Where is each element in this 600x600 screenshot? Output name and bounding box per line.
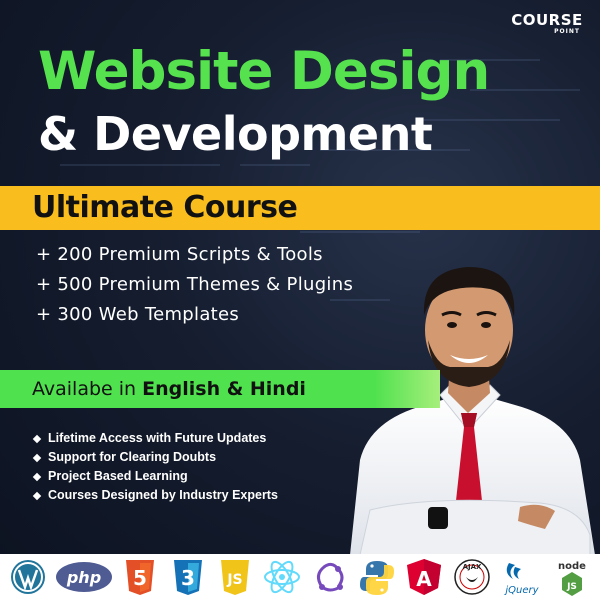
css3-icon: 3 [168,557,208,597]
diamond-bullet-icon [32,434,42,443]
availability-text: Availabe in English & Hindi [32,370,306,408]
benefit-item: Project Based Learning [32,467,278,486]
angular-icon: A [404,557,444,597]
ajax-icon: AJAX [452,557,492,597]
svg-text:3: 3 [181,566,195,590]
jquery-icon: jQuery [499,557,545,597]
brand-sub: POINT [554,28,580,35]
technology-logo-bar: php 5 3 JS A AJAX jQuery node JS [0,554,600,600]
feature-item: + 300 Web Templates [36,304,240,325]
svg-text:php: php [66,568,101,587]
svg-text:AJAX: AJAX [462,563,481,571]
course-poster: COURSE POINT Website Design & Developmen… [0,0,600,600]
svg-text:node: node [558,561,586,572]
svg-text:A: A [417,567,433,591]
diamond-bullet-icon [32,491,42,500]
nodejs-icon: node JS [552,557,592,597]
feature-item: + 500 Premium Themes & Plugins [36,274,354,295]
redux-icon [310,557,350,597]
brand-name: COURSE [511,11,583,29]
svg-text:5: 5 [133,566,147,590]
diamond-bullet-icon [32,472,42,481]
availability-languages: English & Hindi [142,378,306,400]
svg-text:JS: JS [566,582,577,592]
benefit-item: Lifetime Access with Future Updates [32,429,278,448]
wordpress-icon [8,557,48,597]
feature-item: + 200 Premium Scripts & Tools [36,244,323,265]
benefit-item: Courses Designed by Industry Experts [32,486,278,505]
benefit-item: Support for Clearing Doubts [32,448,278,467]
html5-icon: 5 [120,557,160,597]
python-icon [357,557,397,597]
availability-prefix: Availabe in [32,378,143,400]
feature-list: + 200 Premium Scripts & Tools + 500 Prem… [36,240,353,330]
diamond-bullet-icon [32,453,42,462]
course-band-label: Ultimate Course [32,190,298,225]
react-icon [262,557,302,597]
headline-line1: Website Design [38,41,490,102]
headline-line2: & Development [38,107,433,161]
svg-text:JS: JS [226,572,242,588]
svg-text:jQuery: jQuery [503,585,539,596]
benefit-list: Lifetime Access with Future Updates Supp… [32,429,278,505]
javascript-icon: JS [215,557,255,597]
php-icon: php [55,557,113,597]
